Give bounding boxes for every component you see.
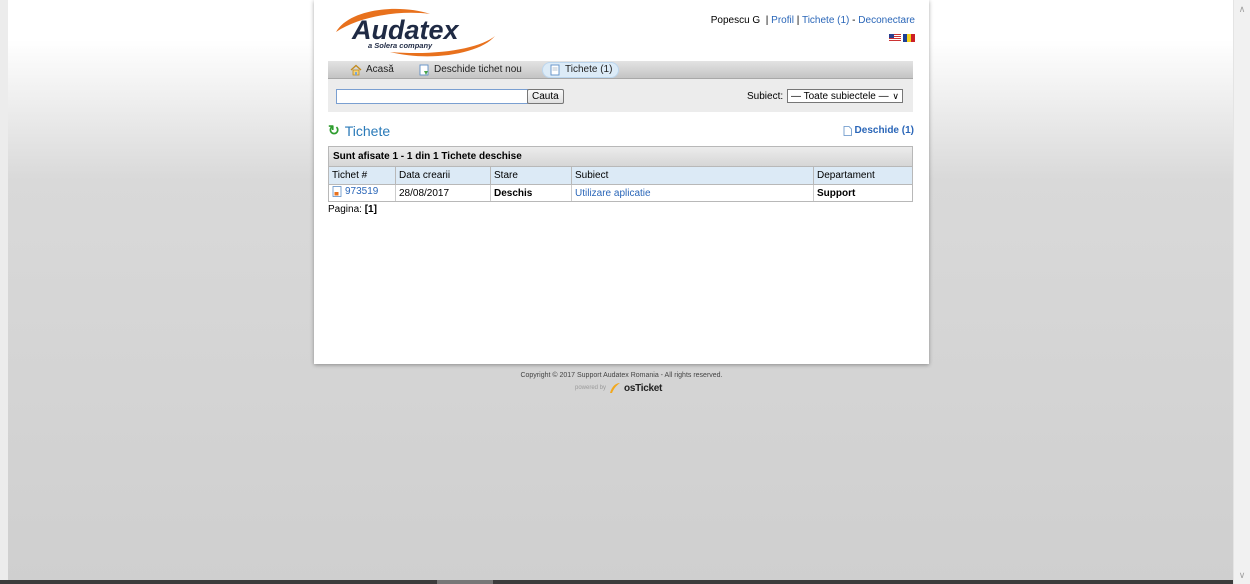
nav-home[interactable]: Acasă xyxy=(350,61,394,78)
open-tickets-label: Deschide (1) xyxy=(854,125,914,136)
document-icon xyxy=(843,125,852,136)
tickets-table: Sunt afisate 1 - 1 din 1 Tichete deschis… xyxy=(328,146,913,202)
horizontal-scrollbar[interactable] xyxy=(0,580,1233,584)
osticket-name: osTicket xyxy=(624,382,663,394)
pagination: Pagina: [1] xyxy=(328,204,377,215)
department-cell: Support xyxy=(817,187,856,199)
col-ticket-number[interactable]: Tichet # xyxy=(329,167,396,185)
nav-home-label: Acasă xyxy=(366,64,394,75)
search-input[interactable] xyxy=(336,89,528,104)
tickets-icon xyxy=(550,64,560,76)
nav-new-ticket[interactable]: Deschide tichet nou xyxy=(418,61,522,78)
user-bar: Popescu G | Profil | Tichete (1) - Decon… xyxy=(711,15,915,26)
subject-select[interactable]: — Toate subiectele — ∨ xyxy=(787,89,903,103)
page-container: Audatex a Solera company Popescu G | Pro… xyxy=(314,0,929,364)
footer-copyright: Copyright © 2017 Support Audatex Romania… xyxy=(520,372,723,379)
vertical-scrollbar[interactable]: ∧ ∨ xyxy=(1233,0,1250,584)
ticket-number-cell: 973519 xyxy=(329,184,396,201)
audatex-logo[interactable]: Audatex a Solera company xyxy=(330,6,500,58)
powered-by-text: powered by xyxy=(575,385,607,391)
table-row: 973519 28/08/2017 Deschis Utilizare apli… xyxy=(329,184,912,201)
profile-link[interactable]: Profil xyxy=(771,15,794,26)
language-flags xyxy=(889,34,915,42)
home-icon xyxy=(350,64,362,75)
col-created-date[interactable]: Data crearii xyxy=(395,167,491,185)
col-status[interactable]: Stare xyxy=(490,167,572,185)
left-edge xyxy=(0,0,8,584)
col-department[interactable]: Departament xyxy=(813,167,912,185)
separator: - xyxy=(852,15,856,26)
new-ticket-icon xyxy=(419,64,429,75)
ticket-link[interactable]: 973519 xyxy=(332,186,378,197)
svg-text:a Solera company: a Solera company xyxy=(368,41,433,50)
logo-swoosh-icon: Audatex a Solera company xyxy=(336,8,495,57)
open-tickets-link[interactable]: Deschide (1) xyxy=(843,125,914,136)
refresh-icon[interactable]: ↻ xyxy=(328,122,340,139)
romanian-flag-icon[interactable] xyxy=(903,34,915,42)
nav-tickets[interactable]: Tichete (1) xyxy=(542,62,620,78)
ticket-number: 973519 xyxy=(345,186,379,197)
col-subject[interactable]: Subiect xyxy=(571,167,814,185)
logout-link[interactable]: Deconectare xyxy=(858,15,915,26)
search-button[interactable]: Cauta xyxy=(527,89,564,104)
page-title-text: Tichete xyxy=(344,122,391,139)
chevron-down-icon: ∨ xyxy=(892,91,899,101)
table-caption: Sunt afisate 1 - 1 din 1 Tichete deschis… xyxy=(329,147,912,167)
tickets-link[interactable]: Tichete (1) xyxy=(802,15,849,26)
scroll-up-icon[interactable]: ∧ xyxy=(1234,2,1250,16)
page-current[interactable]: [1] xyxy=(365,204,377,215)
separator: | xyxy=(796,15,800,26)
created-date-cell: 28/08/2017 xyxy=(395,184,491,201)
scroll-down-icon[interactable]: ∨ xyxy=(1234,568,1250,582)
nav-tickets-label: Tichete (1) xyxy=(565,64,613,75)
ticket-icon xyxy=(332,186,342,197)
english-flag-icon[interactable] xyxy=(889,34,901,42)
user-name: Popescu G xyxy=(710,15,761,26)
subject-select-value: — Toate subiectele — xyxy=(791,91,889,102)
subject-label: Subiect: xyxy=(747,91,784,102)
main-nav: Acasă Deschide tichet nou Tichete (1) xyxy=(328,61,913,79)
table-header-row: Tichet # Data crearii Stare Subiect Depa… xyxy=(329,167,912,185)
subject-link[interactable]: Utilizare aplicatie xyxy=(575,188,651,199)
search-bar: Cauta Subiect: — Toate subiectele — ∨ xyxy=(328,79,913,112)
status-cell: Deschis xyxy=(490,184,572,201)
powered-by[interactable]: powered by osTicket xyxy=(575,382,662,394)
osticket-logo-icon xyxy=(610,383,621,393)
separator: | xyxy=(765,15,769,26)
nav-new-ticket-label: Deschide tichet nou xyxy=(434,64,522,75)
subject-cell: Utilizare aplicatie xyxy=(571,184,814,201)
page-title: ↻ Tichete xyxy=(328,122,390,139)
scroll-thumb[interactable] xyxy=(437,580,493,584)
pagination-label: Pagina: xyxy=(328,204,362,215)
